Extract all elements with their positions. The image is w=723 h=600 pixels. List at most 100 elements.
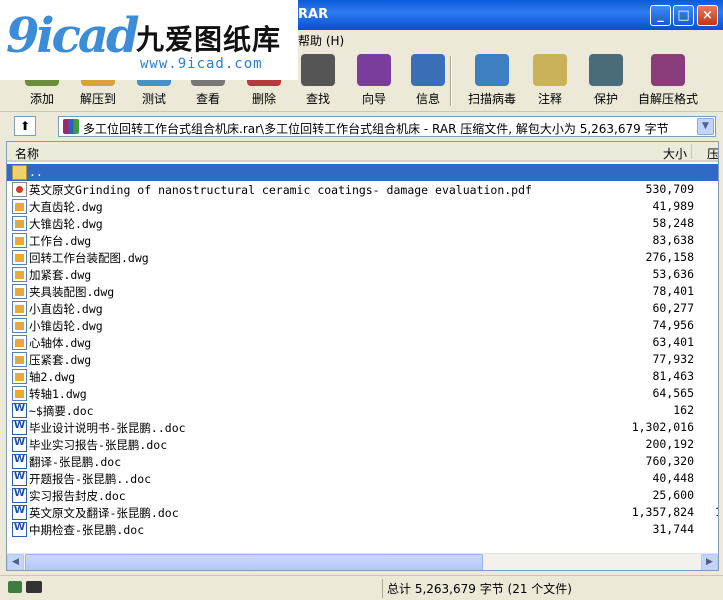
file-name: 轴2.dwg (29, 370, 76, 384)
column-name-header[interactable]: 名称 (15, 145, 39, 162)
file-name: 回转工作台装配图.dwg (29, 251, 149, 265)
address-path: 多工位回转工作台式组合机床.rar\多工位回转工作台式组合机床 - RAR 压缩… (83, 122, 669, 136)
file-size: 760,320 (645, 454, 694, 468)
minimize-button[interactable]: _ (650, 5, 671, 26)
wizard-icon (357, 54, 391, 86)
drive-icon (8, 581, 22, 593)
scroll-left-button[interactable]: ◀ (7, 554, 24, 570)
file-size: 200,192 (645, 437, 694, 451)
file-size: 63,401 (652, 335, 694, 349)
column-divider[interactable] (691, 144, 692, 159)
file-row[interactable]: 加紧套.dwg 53,636 (7, 266, 718, 283)
file-row[interactable]: 轴2.dwg 81,463 (7, 368, 718, 385)
parent-folder-icon (12, 165, 27, 180)
file-row[interactable]: 转轴1.dwg 64,565 (7, 385, 718, 402)
file-row[interactable]: 回转工作台装配图.dwg 276,158 (7, 249, 718, 266)
file-name: 心轴体.dwg (29, 336, 92, 350)
scroll-thumb[interactable] (25, 554, 483, 570)
address-field[interactable]: 多工位回转工作台式组合机床.rar\多工位回转工作台式组合机床 - RAR 压缩… (58, 116, 716, 137)
logo-mark: 9icad (6, 8, 140, 64)
toolbar-separator (450, 56, 452, 106)
file-row[interactable]: 翻译-张昆鹏.doc 760,320 (7, 453, 718, 470)
doc-file-icon (12, 522, 27, 537)
address-dropdown-button[interactable]: ▼ (697, 118, 714, 135)
menu-help[interactable]: 帮助 (H) (298, 32, 344, 49)
status-divider (382, 579, 383, 598)
file-row[interactable]: 心轴体.dwg 63,401 (7, 334, 718, 351)
toolbar-button-info[interactable]: 信息 (400, 50, 456, 110)
status-bar: 总计 5,263,679 字节 (21 个文件) (0, 575, 723, 600)
dwg-file-icon (12, 352, 27, 367)
file-row[interactable]: 英文原文Grinding of nanostructural ceramic c… (7, 181, 718, 198)
file-packed-size: 1 (715, 505, 718, 519)
file-row[interactable]: ~$摘要.doc 162 (7, 402, 718, 419)
file-row[interactable]: 夹具装配图.dwg 78,401 (7, 283, 718, 300)
file-size: 1,302,016 (631, 420, 694, 434)
file-row[interactable]: 小锥齿轮.dwg 74,956 (7, 317, 718, 334)
file-name: 毕业实习报告-张昆鹏.doc (29, 438, 168, 452)
comment-icon (533, 54, 567, 86)
file-row[interactable]: 大锥齿轮.dwg 58,248 (7, 215, 718, 232)
column-packed-header[interactable]: 压 (707, 145, 718, 162)
file-name: 小直齿轮.dwg (29, 302, 103, 316)
file-size: 83,638 (652, 233, 694, 247)
file-size: 81,463 (652, 369, 694, 383)
file-row[interactable]: 毕业设计说明书-张昆鹏..doc 1,302,016 (7, 419, 718, 436)
file-row[interactable]: 开题报告-张昆鹏..doc 40,448 (7, 470, 718, 487)
file-name: 实习报告封皮.doc (29, 489, 126, 503)
toolbar-button-label: 自解压格式 (637, 92, 698, 106)
file-name: 英文原文及翻译-张昆鹏.doc (29, 506, 179, 520)
file-name: 夹具装配图.dwg (29, 285, 115, 299)
watermark-logo: 9icad 九爱图纸库 www.9icad.com (0, 0, 298, 80)
file-name: 开题报告-张昆鹏..doc (29, 472, 152, 486)
dwg-file-icon (12, 301, 27, 316)
dwg-file-icon (12, 199, 27, 214)
dwg-file-icon (12, 233, 27, 248)
info-icon (411, 54, 445, 86)
horizontal-scrollbar[interactable]: ◀ ▶ (7, 553, 718, 570)
column-size-header[interactable]: 大小 (663, 145, 687, 162)
file-row[interactable]: 工作台.dwg 83,638 (7, 232, 718, 249)
list-header: 名称 大小 压 (7, 142, 718, 162)
file-size: 77,932 (652, 352, 694, 366)
file-row[interactable]: 英文原文及翻译-张昆鹏.doc 1,357,824 1 (7, 504, 718, 521)
file-size: 530,709 (645, 182, 694, 196)
doc-file-icon (12, 403, 27, 418)
dwg-file-icon (12, 216, 27, 231)
file-row[interactable]: 大直齿轮.dwg 41,989 (7, 198, 718, 215)
logo-url: www.9icad.com (140, 56, 263, 72)
file-size: 60,277 (652, 301, 694, 315)
file-size: 1,357,824 (631, 505, 694, 519)
file-name: ~$摘要.doc (29, 404, 94, 418)
file-row[interactable]: 小直齿轮.dwg 60,277 (7, 300, 718, 317)
toolbar-button-protect[interactable]: 保护 (578, 50, 634, 110)
doc-file-icon (12, 454, 27, 469)
file-size: 31,744 (652, 522, 694, 536)
find-icon (301, 54, 335, 86)
file-list: 名称 大小 压 .. 英文原文Grinding of nanostructural… (6, 141, 719, 571)
sfx-icon (651, 54, 685, 86)
file-name: 工作台.dwg (29, 234, 92, 248)
file-row[interactable]: 毕业实习报告-张昆鹏.doc 200,192 (7, 436, 718, 453)
file-size: 41,989 (652, 199, 694, 213)
file-name: 加紧套.dwg (29, 268, 92, 282)
file-row[interactable]: .. (7, 164, 718, 181)
logo-brand: 九爱图纸库 (136, 23, 282, 56)
file-size: 64,565 (652, 386, 694, 400)
file-name: 中期检查-张昆鹏.doc (29, 523, 145, 537)
file-name: 翻译-张昆鹏.doc (29, 455, 122, 469)
doc-file-icon (12, 505, 27, 520)
virus-scan-icon (475, 54, 509, 86)
dwg-file-icon (12, 267, 27, 282)
file-size: 58,248 (652, 216, 694, 230)
toolbar-button-sfx[interactable]: 自解压格式 (638, 50, 698, 110)
scroll-right-button[interactable]: ▶ (701, 554, 718, 570)
file-row[interactable]: 压紧套.dwg 77,932 (7, 351, 718, 368)
maximize-button[interactable]: □ (673, 5, 694, 26)
up-folder-button[interactable]: ⬆ (14, 116, 36, 136)
file-size: 74,956 (652, 318, 694, 332)
file-row[interactable]: 中期检查-张昆鹏.doc 31,744 (7, 521, 718, 538)
file-row[interactable]: 实习报告封皮.doc 25,600 (7, 487, 718, 504)
close-button[interactable]: × (697, 5, 718, 26)
protect-icon (589, 54, 623, 86)
